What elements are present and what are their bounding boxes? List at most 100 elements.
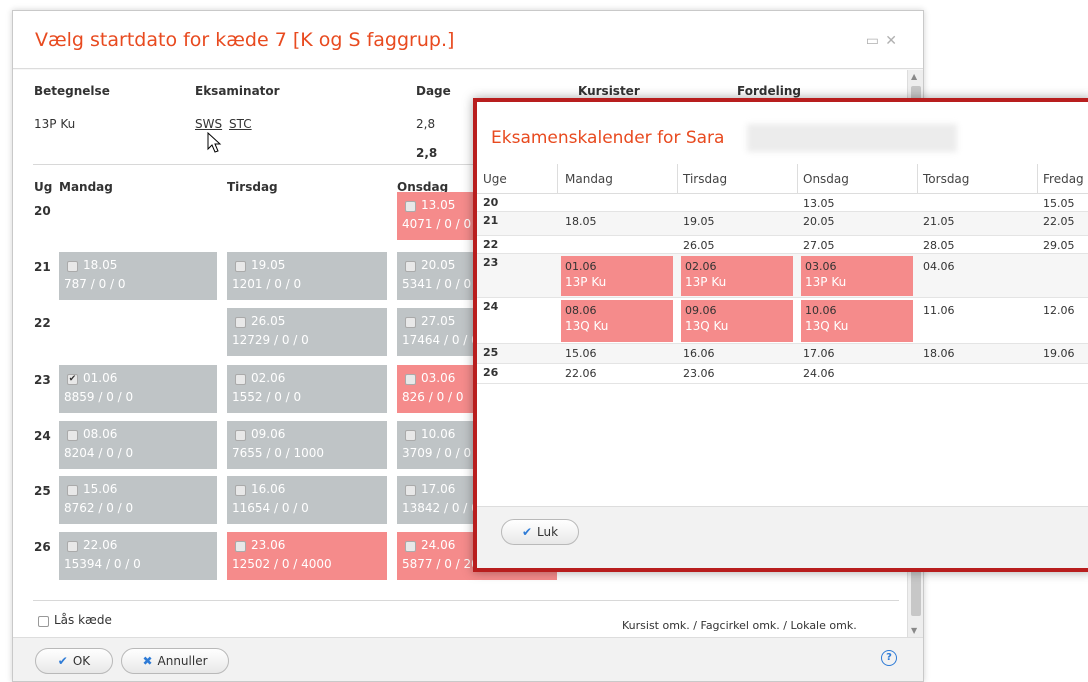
dialog-title: Vælg startdato for kæde 7 [K og S faggru… — [35, 29, 455, 51]
dialog-footer: ✔ OK ✖ Annuller ? — [13, 637, 923, 681]
day-cell[interactable]: 19.05 1201 / 0 / 0 — [227, 252, 387, 300]
scroll-up-icon[interactable]: ▲ — [911, 72, 917, 81]
day-cell[interactable]: 22.06 15394 / 0 / 0 — [59, 532, 217, 580]
cancel-button[interactable]: ✖ Annuller — [121, 648, 229, 674]
day-checkbox[interactable] — [405, 201, 416, 212]
examiner-link-stc[interactable]: STC — [229, 117, 252, 131]
day-checkbox[interactable] — [405, 430, 416, 441]
day-cell[interactable]: 15.06 8762 / 0 / 0 — [59, 476, 217, 524]
day-checkbox[interactable] — [235, 261, 246, 272]
calendar-week: 26 — [483, 366, 499, 379]
day-stats: 7655 / 0 / 1000 — [232, 446, 325, 460]
day-checkbox[interactable] — [67, 430, 78, 441]
calendar-row: 22 26.05 27.05 28.05 29.05 — [477, 236, 1088, 254]
header-ug: Ug — [34, 180, 53, 194]
day-stats: 8204 / 0 / 0 — [64, 446, 134, 460]
calendar-column-header: Torsdag — [923, 172, 970, 186]
header-kursister: Kursister — [578, 84, 640, 98]
calendar-date: 16.06 — [683, 347, 715, 360]
day-stats: 4071 / 0 / 0 — [402, 217, 472, 231]
day-checkbox[interactable] — [405, 261, 416, 272]
calendar-column-header: Tirsdag — [683, 172, 728, 186]
day-checkbox[interactable] — [235, 317, 246, 328]
day-checkbox[interactable] — [235, 430, 246, 441]
day-checkbox[interactable] — [235, 374, 246, 385]
maximize-icon[interactable]: ▭ — [866, 33, 879, 49]
day-checkbox[interactable] — [405, 374, 416, 385]
calendar-row: 25 15.06 16.06 17.06 18.06 19.06 — [477, 344, 1088, 364]
day-cell[interactable]: 08.06 8204 / 0 / 0 — [59, 421, 217, 469]
dage-total: 2,8 — [416, 146, 438, 160]
cancel-label: Annuller — [157, 654, 208, 668]
week-number: 23 — [34, 373, 51, 387]
day-checkbox[interactable] — [235, 485, 246, 496]
day-date: 23.06 — [251, 538, 286, 552]
calendar-column-header: Mandag — [565, 172, 613, 186]
examiner-link-sws[interactable]: SWS — [195, 117, 222, 131]
calendar-week: 25 — [483, 346, 499, 359]
exam-booking[interactable]: 10.06 13Q Ku — [801, 300, 913, 342]
header-eksaminator: Eksaminator — [195, 84, 280, 98]
day-cell[interactable]: 18.05 787 / 0 / 0 — [59, 252, 217, 300]
calendar-date: 04.06 — [923, 260, 955, 273]
exam-booking[interactable]: 03.06 13P Ku — [801, 256, 913, 296]
mouse-cursor-icon — [207, 132, 222, 153]
booking-date: 08.06 — [565, 304, 597, 317]
redacted-name — [747, 124, 957, 152]
exam-booking[interactable]: 01.06 13P Ku — [561, 256, 673, 296]
week-number: 21 — [34, 260, 51, 274]
calendar-row: 26 22.06 23.06 24.06 — [477, 364, 1088, 384]
ok-button[interactable]: ✔ OK — [35, 648, 113, 674]
day-checkbox[interactable] — [405, 485, 416, 496]
day-stats: 13842 / 0 / 0 — [402, 501, 479, 515]
exam-booking[interactable]: 08.06 13Q Ku — [561, 300, 673, 342]
day-cell[interactable]: 02.06 1552 / 0 / 0 — [227, 365, 387, 413]
scroll-down-icon[interactable]: ▼ — [911, 626, 917, 635]
calendar-date: 29.05 — [1043, 239, 1075, 252]
close-icon[interactable]: ✕ — [885, 33, 897, 49]
column-divider — [917, 164, 918, 194]
day-checkbox[interactable] — [67, 261, 78, 272]
day-checkbox[interactable] — [67, 485, 78, 496]
lock-chain-checkbox[interactable] — [38, 616, 49, 627]
calendar-week: 20 — [483, 196, 499, 209]
calendar-column-header: Fredag — [1043, 172, 1084, 186]
day-date: 27.05 — [421, 314, 456, 328]
day-checkbox[interactable] — [67, 541, 78, 552]
calendar-date: 15.06 — [565, 347, 597, 360]
day-checkbox[interactable]: ✔ — [67, 374, 78, 385]
check-icon: ✔ — [57, 654, 68, 668]
calendar-date: 18.06 — [923, 347, 955, 360]
day-cell[interactable]: 23.06 12502 / 0 / 4000 — [227, 532, 387, 580]
day-stats: 5341 / 0 / 0 — [402, 277, 472, 291]
calendar-column-header: Onsdag — [803, 172, 849, 186]
close-calendar-button[interactable]: ✔ Luk — [501, 519, 579, 545]
day-stats: 8859 / 0 / 0 — [64, 390, 134, 404]
day-cell[interactable]: 26.05 12729 / 0 / 0 — [227, 308, 387, 356]
row-betegnelse: 13P Ku — [34, 117, 76, 131]
help-icon[interactable]: ? — [881, 650, 897, 666]
day-cell[interactable]: 09.06 7655 / 0 / 1000 — [227, 421, 387, 469]
day-cell[interactable]: 16.06 11654 / 0 / 0 — [227, 476, 387, 524]
day-cell[interactable]: ✔ 01.06 8859 / 0 / 0 — [59, 365, 217, 413]
week-number: 25 — [34, 484, 51, 498]
calendar-column-header: Uge — [483, 172, 507, 186]
calendar-footer: ✔ Luk — [477, 506, 1088, 568]
day-date: 18.05 — [83, 258, 118, 272]
booking-team: 13Q Ku — [685, 319, 729, 333]
booking-team: 13P Ku — [685, 275, 727, 289]
day-date: 08.06 — [83, 427, 118, 441]
day-checkbox[interactable] — [405, 317, 416, 328]
week-number: 20 — [34, 204, 51, 218]
booking-team: 13Q Ku — [805, 319, 849, 333]
exam-booking[interactable]: 09.06 13Q Ku — [681, 300, 793, 342]
calendar-date: 13.05 — [803, 197, 835, 210]
calendar-date: 19.06 — [1043, 347, 1075, 360]
day-checkbox[interactable] — [235, 541, 246, 552]
calendar-date: 20.05 — [803, 215, 835, 228]
day-checkbox[interactable] — [405, 541, 416, 552]
column-divider — [557, 164, 558, 194]
exam-booking[interactable]: 02.06 13P Ku — [681, 256, 793, 296]
calendar-row: 21 18.05 19.05 20.05 21.05 22.05 — [477, 212, 1088, 236]
day-stats: 15394 / 0 / 0 — [64, 557, 141, 571]
